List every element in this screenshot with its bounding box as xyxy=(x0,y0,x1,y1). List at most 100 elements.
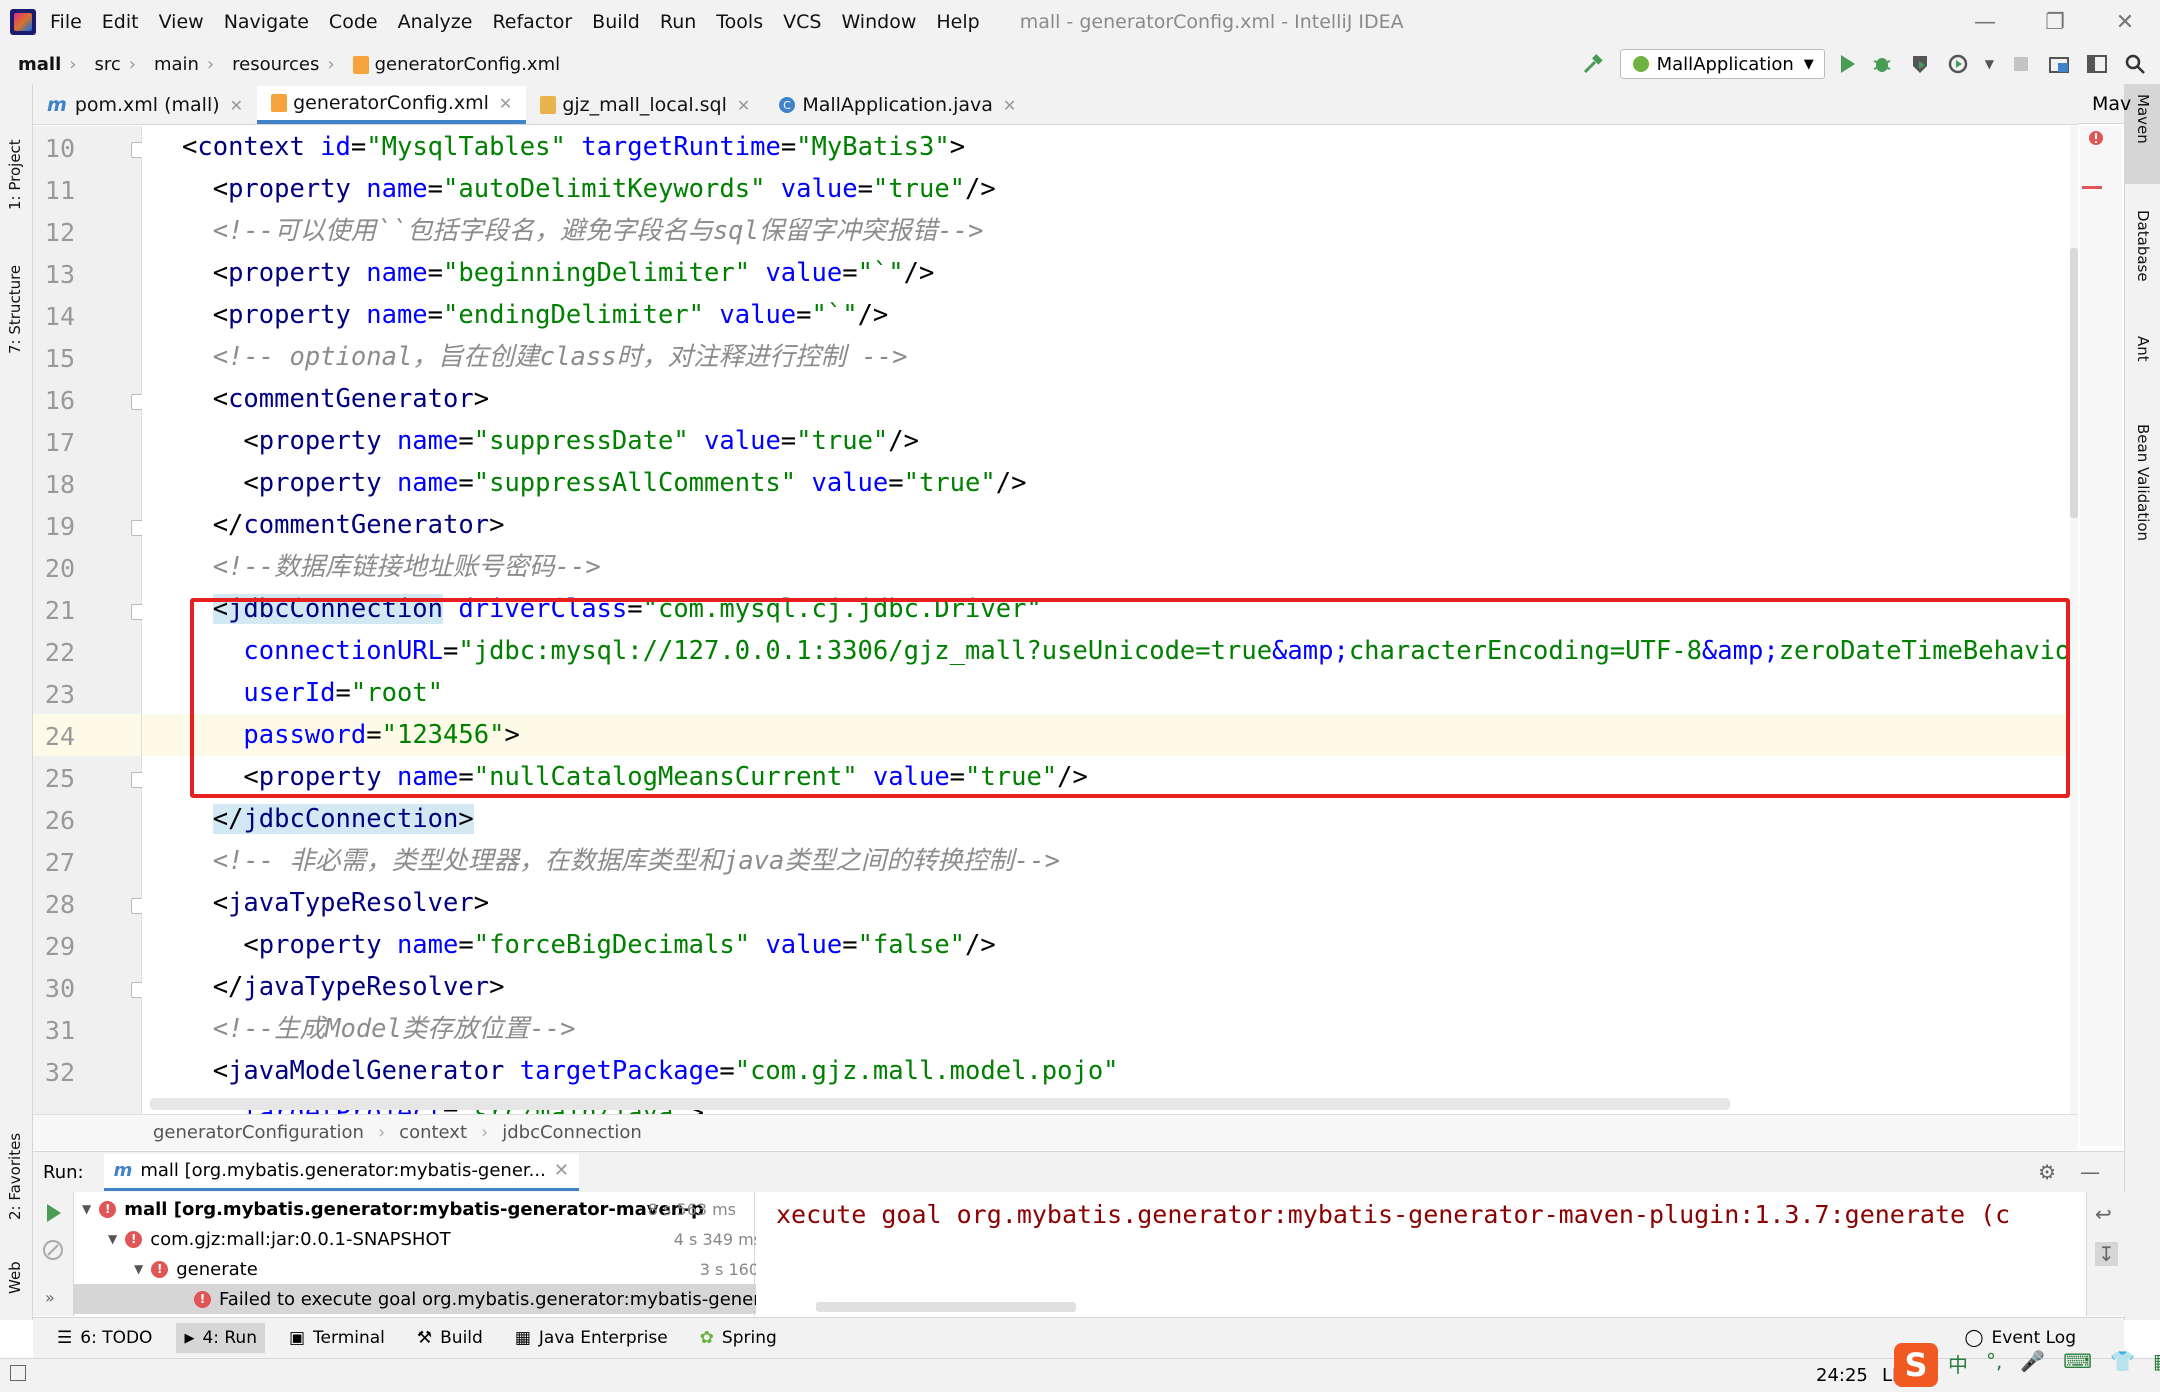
menu-edit[interactable]: Edit xyxy=(102,11,139,33)
tool-maven[interactable]: Maven xyxy=(2134,94,2152,144)
line-number: 20 xyxy=(44,554,75,583)
caret-position[interactable]: 24:25 xyxy=(1816,1365,1868,1386)
menu-vcs[interactable]: VCS xyxy=(783,11,821,33)
code-line-11: <property name="autoDelimitKeywords" val… xyxy=(182,174,996,204)
close-tab-icon[interactable]: ✕ xyxy=(737,96,750,115)
soft-wrap-icon[interactable]: ↩ xyxy=(2095,1202,2112,1226)
tree-row[interactable]: ▼ ! mall [org.mybatis.generator:mybatis-… xyxy=(74,1194,762,1224)
breadcrumb-src[interactable]: src xyxy=(94,54,120,75)
error-marker[interactable] xyxy=(2082,186,2102,189)
menu-analyze[interactable]: Analyze xyxy=(398,11,473,33)
restore-icon[interactable]: ❐ xyxy=(2020,10,2090,35)
run-tab[interactable]: m mall [org.mybatis.generator:mybatis-ge… xyxy=(103,1153,579,1191)
tool-todo[interactable]: ☰ 6: TODO xyxy=(49,1323,160,1353)
expand-icon[interactable]: ▼ xyxy=(134,1262,143,1276)
menu-build[interactable]: Build xyxy=(592,11,640,33)
layout-toggle-icon[interactable] xyxy=(10,1365,26,1381)
search-icon[interactable] xyxy=(2124,53,2146,75)
menu-view[interactable]: View xyxy=(159,11,204,33)
tree-row-label: generate xyxy=(176,1258,258,1280)
close-tab-icon[interactable]: ✕ xyxy=(1003,96,1016,115)
code-line-32: <javaModelGenerator targetPackage="com.g… xyxy=(182,1056,1119,1086)
tab-mallapplication-java[interactable]: C MallApplication.java ✕ xyxy=(764,86,1030,124)
menu-window[interactable]: Window xyxy=(841,11,916,33)
tab-generatorconfig-xml[interactable]: generatorConfig.xml ✕ xyxy=(257,86,527,124)
sql-file-icon xyxy=(540,96,557,114)
tool-build[interactable]: ⚒ Build xyxy=(409,1323,491,1353)
intellij-logo-icon xyxy=(10,9,36,35)
profiler-icon[interactable] xyxy=(1947,53,1969,75)
breadcrumb-project[interactable]: mall xyxy=(18,54,61,75)
breadcrumb-resources[interactable]: resources xyxy=(232,54,319,75)
tool-run[interactable]: ▶ 4: Run xyxy=(176,1323,265,1353)
code-line-14: <property name="endingDelimiter" value="… xyxy=(182,300,889,330)
code-editor[interactable]: <context id="MysqlTables" targetRuntime=… xyxy=(142,126,2072,1114)
tool-favorites[interactable]: 2: Favorites xyxy=(6,1100,24,1220)
skin-icon[interactable]: 👕 xyxy=(2110,1349,2135,1378)
menu-tools[interactable]: Tools xyxy=(716,11,763,33)
menu-code[interactable]: Code xyxy=(329,11,378,33)
breadcrumb-main[interactable]: main xyxy=(154,54,199,75)
tab-label: generatorConfig.xml xyxy=(293,92,489,114)
stop-icon[interactable] xyxy=(2010,53,2032,75)
tab-pom-xml[interactable]: m pom.xml (mall) ✕ xyxy=(33,86,257,124)
keyboard-icon[interactable]: ⌨ xyxy=(2063,1349,2092,1378)
menu-navigate[interactable]: Navigate xyxy=(224,11,309,33)
run-configuration-select[interactable]: MallApplication ▼ xyxy=(1619,49,1825,79)
expand-icon[interactable]: ▼ xyxy=(108,1232,117,1246)
toggle-view-icon[interactable] xyxy=(41,1238,65,1262)
menu-file[interactable]: File xyxy=(50,11,82,33)
menu-refactor[interactable]: Refactor xyxy=(492,11,572,33)
menu-run[interactable]: Run xyxy=(660,11,696,33)
run-console[interactable]: xecute goal org.mybatis.generator:mybati… xyxy=(756,1192,2086,1316)
tree-row-selected[interactable]: ! Failed to execute goal org.mybatis.gen… xyxy=(74,1284,874,1314)
close-tab-icon[interactable]: ✕ xyxy=(499,94,512,113)
crumb-generatorconfiguration[interactable]: generatorConfiguration xyxy=(153,1122,364,1143)
ime-punctuation-icon[interactable]: °, xyxy=(1986,1349,2002,1378)
menu-help[interactable]: Help xyxy=(936,11,979,33)
close-tab-icon[interactable]: ✕ xyxy=(554,1160,569,1181)
scroll-to-end-icon[interactable]: ↧ xyxy=(2095,1242,2118,1266)
error-indicator-icon[interactable] xyxy=(2088,130,2104,146)
crumb-context[interactable]: context xyxy=(399,1122,467,1143)
minimize-icon[interactable]: — xyxy=(1950,10,2020,35)
debug-icon[interactable] xyxy=(1871,53,1893,75)
ime-chinese-mode-icon[interactable]: 中 xyxy=(1948,1349,1968,1378)
tab-gjz-mall-local-sql[interactable]: gjz_mall_local.sql ✕ xyxy=(526,86,764,124)
coverage-icon[interactable] xyxy=(1909,53,1931,75)
expand-icon[interactable]: ▼ xyxy=(82,1202,91,1216)
code-line-13: <property name="beginningDelimiter" valu… xyxy=(182,258,935,288)
build-hammer-icon[interactable] xyxy=(1582,53,1604,75)
rerun-icon[interactable] xyxy=(47,1204,61,1222)
tool-project[interactable]: 1: Project xyxy=(6,100,24,210)
ime-logo-icon[interactable]: S xyxy=(1894,1343,1938,1387)
console-scrollbar[interactable] xyxy=(816,1302,1076,1312)
error-icon: ! xyxy=(194,1290,211,1308)
maven-panel-header[interactable]: Mav xyxy=(2078,84,2131,124)
sdk-icon[interactable] xyxy=(2086,53,2108,75)
tool-terminal[interactable]: ▣ Terminal xyxy=(281,1323,393,1353)
microphone-icon[interactable]: 🎤 xyxy=(2020,1349,2045,1378)
chevron-down-icon[interactable]: ▼ xyxy=(1985,57,1994,71)
tree-row[interactable]: ▼ ! com.gjz:mall:jar:0.0.1-SNAPSHOT 4 s … xyxy=(74,1224,788,1254)
run-icon[interactable] xyxy=(1840,55,1855,73)
tree-row[interactable]: ▼ ! generate 3 s 160 ms xyxy=(74,1254,814,1284)
close-tab-icon[interactable]: ✕ xyxy=(230,96,243,115)
ime-menu-icon[interactable]: ▦ xyxy=(2153,1349,2160,1378)
tool-bean-validation[interactable]: Bean Validation xyxy=(2134,424,2152,541)
breadcrumb-file[interactable]: generatorConfig.xml xyxy=(352,54,560,75)
editor-scroll-thumb[interactable] xyxy=(2070,248,2078,518)
editor-horizontal-scrollbar[interactable] xyxy=(150,1098,1730,1110)
close-icon[interactable]: ✕ xyxy=(2090,10,2160,35)
gear-icon[interactable]: ⚙ xyxy=(2038,1160,2056,1184)
crumb-jdbcconnection[interactable]: jdbcConnection xyxy=(502,1122,642,1143)
project-structure-icon[interactable] xyxy=(2048,53,2070,75)
tool-spring[interactable]: ✿ Spring xyxy=(692,1323,785,1353)
tool-structure[interactable]: 7: Structure xyxy=(6,234,24,354)
tool-web[interactable]: Web xyxy=(6,1234,24,1294)
tool-ant[interactable]: Ant xyxy=(2134,336,2152,362)
tool-database[interactable]: Database xyxy=(2134,210,2152,282)
tool-java-enterprise[interactable]: ▦ Java Enterprise xyxy=(507,1323,676,1353)
more-icon[interactable]: » xyxy=(45,1288,55,1307)
minimize-panel-icon[interactable]: — xyxy=(2080,1160,2100,1184)
